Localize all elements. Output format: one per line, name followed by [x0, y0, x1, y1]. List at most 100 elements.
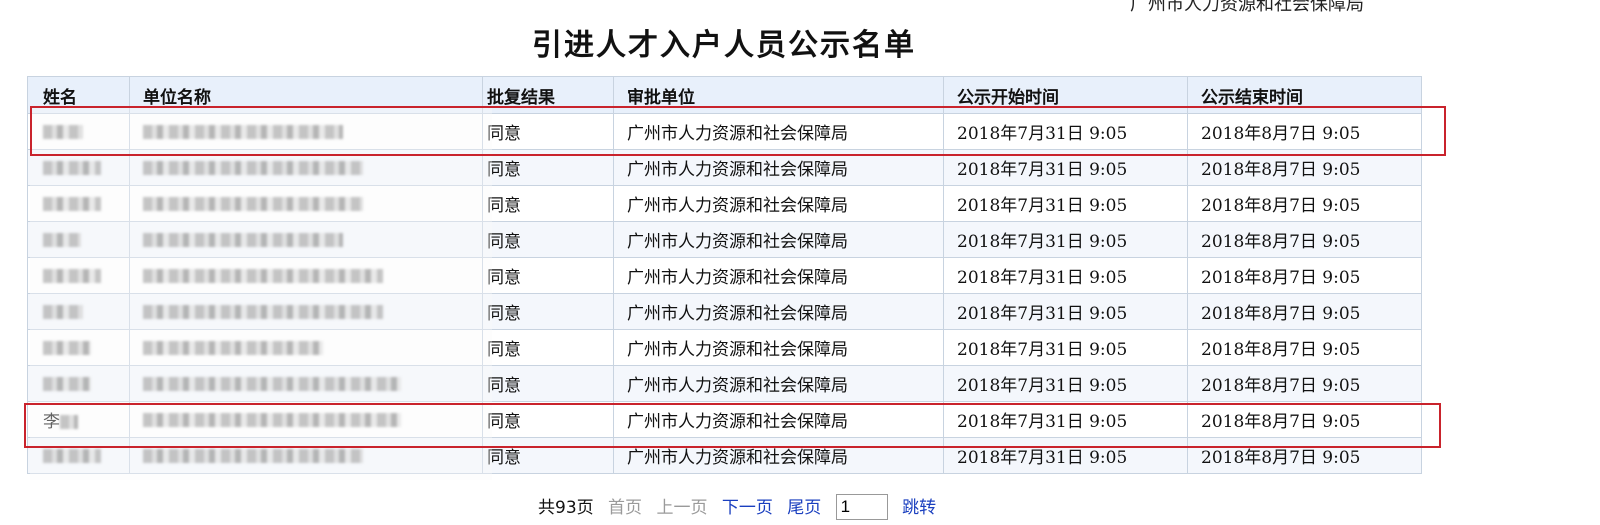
unit-cell: [129, 365, 483, 402]
redacted-name: [43, 448, 101, 463]
total-pages: 共93页: [538, 498, 594, 518]
column-header-start-time: 公示开始时间: [943, 76, 1188, 114]
name-cell: 李: [27, 401, 130, 438]
column-header-end-time: 公示结束时间: [1187, 76, 1422, 114]
redacted-name: [43, 268, 101, 283]
redacted-name: [60, 415, 78, 429]
applicant-table: 姓名 单位名称 批复结果 审批单位 公示开始时间 公示结束时间 同意 广州市人力…: [27, 76, 1422, 474]
unit-cell: [129, 329, 483, 366]
start-time-cell: 2018年7月31日 9:05: [943, 113, 1188, 150]
name-surname: 李: [43, 412, 60, 432]
result-cell: 同意: [482, 293, 614, 330]
authority-cell: 广州市人力资源和社会保障局: [613, 293, 944, 330]
column-header-authority: 审批单位: [613, 76, 944, 114]
authority-cell: 广州市人力资源和社会保障局: [613, 329, 944, 366]
redacted-name: [43, 196, 101, 211]
redacted-name: [43, 304, 83, 319]
name-cell: [27, 113, 130, 150]
start-time-cell: 2018年7月31日 9:05: [943, 401, 1188, 438]
name-cell: [27, 437, 130, 474]
redacted-name: [43, 340, 91, 355]
end-time-cell: 2018年8月7日 9:05: [1187, 437, 1422, 474]
name-cell: [27, 293, 130, 330]
end-time-cell: 2018年8月7日 9:05: [1187, 365, 1422, 402]
table-header-row: 姓名 单位名称 批复结果 审批单位 公示开始时间 公示结束时间: [27, 76, 1422, 114]
result-cell: 同意: [482, 185, 614, 222]
unit-cell: [129, 293, 483, 330]
authority-cell: 广州市人力资源和社会保障局: [613, 401, 944, 438]
agency-name: 广州市人力资源和社会保障局: [1130, 0, 1364, 15]
table-row: 李 同意 广州市人力资源和社会保障局 2018年7月31日 9:05 2018年…: [27, 401, 1422, 438]
start-time-cell: 2018年7月31日 9:05: [943, 329, 1188, 366]
end-time-cell: 2018年8月7日 9:05: [1187, 113, 1422, 150]
name-cell: [27, 257, 130, 294]
pagination: 共93页 首页 上一页 下一页 尾页 跳转: [538, 493, 945, 520]
table-row: 同意 广州市人力资源和社会保障局 2018年7月31日 9:05 2018年8月…: [27, 221, 1422, 258]
authority-cell: 广州市人力资源和社会保障局: [613, 221, 944, 258]
end-time-cell: 2018年8月7日 9:05: [1187, 221, 1422, 258]
unit-cell: [129, 149, 483, 186]
column-header-unit: 单位名称: [129, 76, 483, 114]
redacted-unit: [143, 124, 343, 139]
start-time-cell: 2018年7月31日 9:05: [943, 185, 1188, 222]
redacted-name: [43, 376, 91, 391]
table-row: 同意 广州市人力资源和社会保障局 2018年7月31日 9:05 2018年8月…: [27, 149, 1422, 186]
result-cell: 同意: [482, 329, 614, 366]
start-time-cell: 2018年7月31日 9:05: [943, 221, 1188, 258]
end-time-cell: 2018年8月7日 9:05: [1187, 329, 1422, 366]
result-cell: 同意: [482, 257, 614, 294]
last-page-link[interactable]: 尾页: [787, 498, 821, 518]
name-cell: [27, 329, 130, 366]
redacted-unit: [143, 160, 363, 175]
table-row: 同意 广州市人力资源和社会保障局 2018年7月31日 9:05 2018年8月…: [27, 113, 1422, 150]
start-time-cell: 2018年7月31日 9:05: [943, 293, 1188, 330]
end-time-cell: 2018年8月7日 9:05: [1187, 185, 1422, 222]
redacted-unit: [143, 448, 363, 463]
unit-cell: [129, 221, 483, 258]
redacted-unit: [143, 268, 383, 283]
start-time-cell: 2018年7月31日 9:05: [943, 437, 1188, 474]
result-cell: 同意: [482, 437, 614, 474]
next-page-link[interactable]: 下一页: [722, 498, 773, 518]
table-row: 同意 广州市人力资源和社会保障局 2018年7月31日 9:05 2018年8月…: [27, 185, 1422, 222]
authority-cell: 广州市人力资源和社会保障局: [613, 437, 944, 474]
end-time-cell: 2018年8月7日 9:05: [1187, 149, 1422, 186]
start-time-cell: 2018年7月31日 9:05: [943, 257, 1188, 294]
unit-cell: [129, 257, 483, 294]
first-page-link[interactable]: 首页: [608, 498, 642, 518]
unit-cell: [129, 401, 483, 438]
table-row: 同意 广州市人力资源和社会保障局 2018年7月31日 9:05 2018年8月…: [27, 293, 1422, 330]
unit-cell: [129, 113, 483, 150]
redacted-name: [43, 124, 83, 139]
result-cell: 同意: [482, 221, 614, 258]
redacted-unit: [143, 412, 401, 427]
result-cell: 同意: [482, 401, 614, 438]
column-header-name: 姓名: [27, 76, 130, 114]
column-header-result: 批复结果: [482, 76, 614, 114]
table-row: 同意 广州市人力资源和社会保障局 2018年7月31日 9:05 2018年8月…: [27, 329, 1422, 366]
unit-cell: [129, 185, 483, 222]
page-number-input[interactable]: [835, 494, 888, 520]
end-time-cell: 2018年8月7日 9:05: [1187, 293, 1422, 330]
redacted-unit: [143, 196, 363, 211]
name-cell: [27, 365, 130, 402]
jump-button[interactable]: 跳转: [902, 498, 936, 518]
authority-cell: 广州市人力资源和社会保障局: [613, 149, 944, 186]
prev-page-link[interactable]: 上一页: [656, 498, 707, 518]
table-row: 同意 广州市人力资源和社会保障局 2018年7月31日 9:05 2018年8月…: [27, 365, 1422, 402]
end-time-cell: 2018年8月7日 9:05: [1187, 401, 1422, 438]
redacted-name: [43, 160, 101, 175]
end-time-cell: 2018年8月7日 9:05: [1187, 257, 1422, 294]
redacted-unit: [143, 304, 383, 319]
page-title: 引进人才入户人员公示名单: [532, 28, 916, 63]
name-cell: [27, 149, 130, 186]
redacted-unit: [143, 340, 323, 355]
redacted-unit: [143, 232, 343, 247]
authority-cell: 广州市人力资源和社会保障局: [613, 113, 944, 150]
result-cell: 同意: [482, 113, 614, 150]
unit-cell: [129, 437, 483, 474]
authority-cell: 广州市人力资源和社会保障局: [613, 185, 944, 222]
start-time-cell: 2018年7月31日 9:05: [943, 365, 1188, 402]
redacted-unit: [143, 376, 401, 391]
name-cell: [27, 185, 130, 222]
